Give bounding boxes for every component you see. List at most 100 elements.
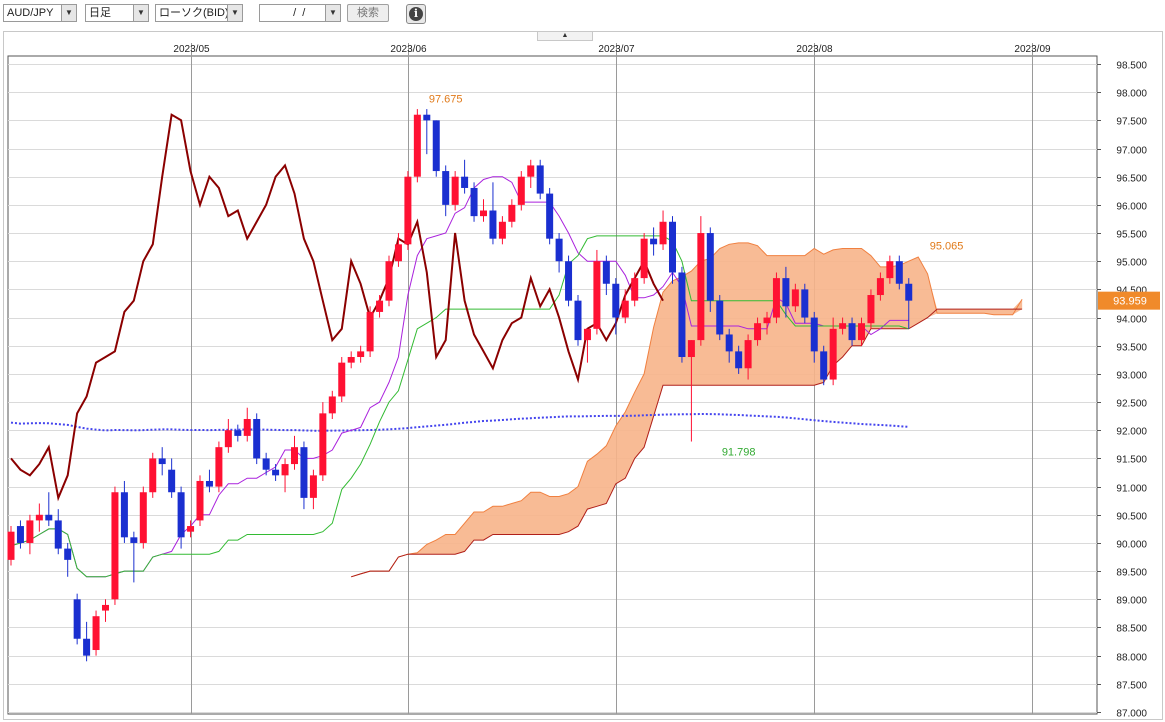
y-tick-label: 96.500 [1116, 174, 1147, 185]
candle-up [7, 531, 15, 560]
x-tick-label: 2023/06 [390, 44, 427, 55]
y-tick-label: 97.500 [1116, 117, 1147, 128]
candle-up [187, 526, 195, 532]
candle-down [130, 537, 138, 543]
candle-up [754, 323, 762, 341]
y-tick-label: 90.000 [1116, 540, 1147, 551]
y-tick-label: 89.000 [1116, 596, 1147, 607]
candle-up [404, 176, 412, 245]
candle-up [111, 492, 119, 600]
candle-down [470, 187, 478, 217]
candlestick-chart: 98.500 98.000 97.500 97.000 96.500 96.000 95.5… [7, 43, 1160, 720]
candle-down [810, 317, 818, 352]
candle-up [338, 362, 346, 397]
candle-up [791, 289, 799, 307]
candle-up [640, 238, 648, 279]
candle-up [498, 221, 506, 239]
price-annotation: 95.065 [930, 241, 964, 253]
y-tick-label: 94.000 [1116, 315, 1147, 326]
candle-down [706, 233, 714, 301]
candle-down [234, 430, 242, 436]
y-tick-label: 91.000 [1116, 484, 1147, 495]
candle-up [385, 261, 393, 301]
candle-up [480, 210, 487, 217]
candle-down [820, 351, 828, 380]
y-tick-label: 97.000 [1116, 146, 1147, 157]
y-tick-label: 88.500 [1116, 624, 1147, 635]
x-tick-label: 2023/05 [173, 44, 210, 55]
candle-down [272, 469, 280, 476]
candle-down [895, 261, 903, 284]
candle-down [536, 165, 544, 194]
candle-down [120, 492, 128, 538]
candle-up [839, 323, 847, 329]
candle-down [669, 221, 676, 273]
candle-up [102, 604, 109, 611]
candle-down [848, 323, 856, 341]
candle-up [517, 176, 525, 205]
candle-down [73, 599, 81, 639]
candle-down [905, 283, 913, 301]
candle-up [394, 244, 402, 262]
y-tick-label: 87.500 [1116, 681, 1147, 692]
candle-down [555, 238, 563, 262]
candle-down [565, 261, 573, 301]
candle-down [177, 492, 185, 538]
candle-down [489, 210, 497, 239]
candle-down [16, 526, 24, 543]
candle-up [196, 480, 204, 521]
candle-up [291, 447, 298, 465]
candle-up [697, 233, 705, 341]
x-tick-label: 2023/09 [1014, 44, 1051, 55]
candle-up [687, 340, 695, 358]
current-price-label: 93.959 [1113, 296, 1147, 308]
candle-up [366, 311, 374, 352]
candle-up [35, 514, 43, 521]
y-tick-label: 98.000 [1116, 89, 1147, 100]
candle-down [83, 638, 91, 656]
candle-up [858, 323, 865, 341]
candle-up [829, 328, 837, 380]
candle-up [92, 616, 100, 651]
candle-down [300, 447, 308, 498]
candle-up [583, 328, 591, 341]
candle-up [886, 261, 894, 279]
candle-down [442, 171, 450, 205]
y-tick-label: 89.500 [1116, 568, 1147, 579]
candle-down [612, 283, 620, 318]
candle-down [602, 261, 610, 284]
candle-up [593, 261, 601, 329]
candle-up [224, 430, 232, 448]
y-tick-label: 95.500 [1116, 230, 1147, 241]
candle-down [64, 548, 72, 560]
candle-up [744, 340, 752, 369]
price-annotation: 97.675 [429, 93, 463, 105]
candle-up [451, 176, 459, 205]
price-annotation: 91.798 [722, 447, 756, 459]
plot-area [7, 55, 1098, 715]
y-tick-label: 88.000 [1116, 653, 1147, 664]
candle-up [347, 357, 355, 363]
candle-down [725, 334, 733, 352]
candle-down [574, 300, 582, 341]
candle-up [763, 317, 771, 324]
y-tick-label: 87.000 [1116, 709, 1147, 720]
y-tick-label: 93.000 [1116, 371, 1147, 382]
y-tick-label: 90.500 [1116, 512, 1147, 523]
candle-down [461, 176, 469, 188]
y-tick-label: 91.500 [1116, 455, 1147, 466]
candle-up [867, 295, 875, 324]
y-tick-label: 98.500 [1116, 61, 1147, 72]
candle-down [158, 458, 166, 465]
y-tick-label: 92.500 [1116, 399, 1147, 410]
candle-up [26, 520, 34, 543]
candle-up [149, 458, 157, 493]
grid [7, 43, 1098, 715]
candle-down [54, 520, 62, 549]
candle-up [215, 447, 223, 487]
candle-up [376, 300, 384, 312]
candle-down [735, 351, 743, 369]
candle-up [243, 418, 251, 436]
candle-up [527, 165, 535, 177]
candle-down [205, 480, 213, 487]
